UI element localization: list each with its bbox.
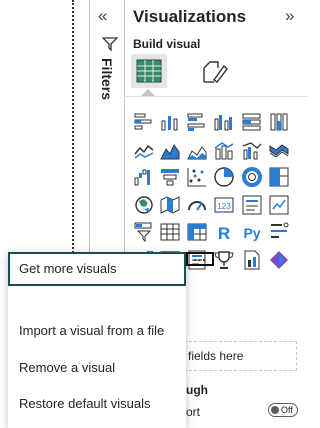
fields-drop-zone[interactable]: fields here <box>179 341 297 371</box>
toggle-knob <box>271 406 279 414</box>
100-stacked-bar-chart-icon[interactable] <box>241 111 263 133</box>
donut-chart-icon[interactable] <box>241 166 263 188</box>
format-paintbrush-icon[interactable] <box>200 58 228 84</box>
table-grid-icon <box>136 59 162 83</box>
waterfall-chart-icon[interactable] <box>133 166 155 188</box>
clustered-column-chart-icon[interactable] <box>213 111 235 133</box>
line-and-clustered-column-chart-icon[interactable] <box>241 140 263 162</box>
r-visual-icon[interactable]: R <box>213 221 235 243</box>
toggle-label: Off <box>281 405 293 415</box>
more-options-button[interactable]: ... <box>186 251 214 266</box>
slicer-icon[interactable] <box>133 221 155 243</box>
stacked-area-chart-icon[interactable] <box>186 140 208 162</box>
multi-row-card-icon[interactable] <box>241 194 263 216</box>
filled-map-icon[interactable] <box>159 194 181 216</box>
svg-text:123: 123 <box>217 202 231 211</box>
context-menu: Get more visuals Import a visual from a … <box>8 252 186 428</box>
line-chart-icon[interactable] <box>133 140 155 162</box>
line-and-column-chart-icon[interactable] <box>213 140 235 162</box>
menu-item-get-more-visuals[interactable]: Get more visuals <box>8 252 186 286</box>
funnel-icon[interactable] <box>102 37 118 51</box>
stacked-bar-chart-icon[interactable] <box>133 111 155 133</box>
pie-chart-icon[interactable] <box>213 166 235 188</box>
toggle-switch[interactable]: Off <box>268 403 298 417</box>
pane-title: Visualizations <box>133 7 247 26</box>
section-label-fragment: ugh <box>186 383 208 397</box>
menu-item-remove-visual[interactable]: Remove a visual <box>8 351 186 385</box>
ribbon-chart-icon[interactable] <box>268 140 290 162</box>
kpi-icon[interactable] <box>268 194 290 216</box>
python-visual-icon[interactable]: Py <box>241 221 263 243</box>
chevron-double-right-icon[interactable]: » <box>285 7 294 24</box>
treemap-icon[interactable] <box>268 166 290 188</box>
funnel-chart-icon[interactable] <box>159 166 181 188</box>
matrix-icon[interactable] <box>186 221 208 243</box>
area-chart-icon[interactable] <box>159 140 181 162</box>
clustered-bar-chart-icon[interactable] <box>186 111 208 133</box>
card-icon[interactable]: 123 <box>213 194 235 216</box>
pane-separator <box>124 96 307 97</box>
svg-text:R: R <box>218 224 230 243</box>
menu-item-restore-default-visuals[interactable]: Restore default visuals <box>8 387 186 421</box>
svg-text:Py: Py <box>243 225 260 241</box>
table-icon[interactable] <box>159 221 181 243</box>
power-apps-icon[interactable] <box>268 249 290 271</box>
key-influencers-icon[interactable] <box>268 221 290 243</box>
scatter-chart-icon[interactable] <box>186 166 208 188</box>
stacked-column-chart-icon[interactable] <box>159 111 181 133</box>
build-visual-label: Build visual <box>133 37 201 51</box>
tab-indicator <box>141 89 155 96</box>
100-stacked-column-chart-icon[interactable] <box>268 111 290 133</box>
chevron-double-left-icon[interactable]: « <box>98 7 107 24</box>
gauge-icon[interactable] <box>186 194 208 216</box>
metrics-icon[interactable] <box>213 249 235 271</box>
option-label-fragment: ort <box>186 405 201 419</box>
filters-pane-label[interactable]: Filters <box>99 58 115 100</box>
paginated-report-icon[interactable] <box>241 249 263 271</box>
map-icon[interactable] <box>133 194 155 216</box>
menu-item-import-visual[interactable]: Import a visual from a file <box>8 314 186 348</box>
